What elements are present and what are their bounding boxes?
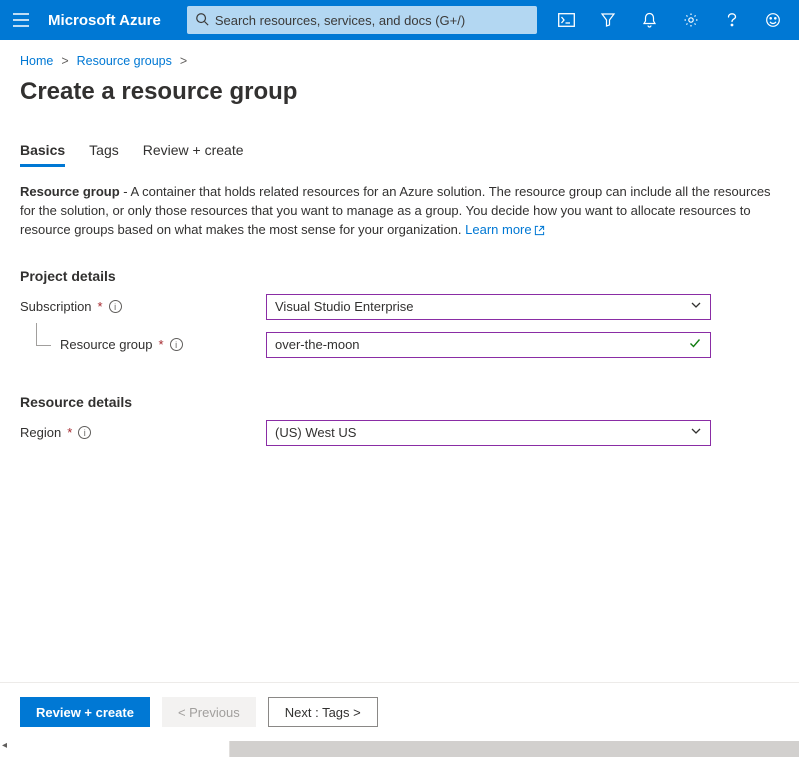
search-input[interactable] [215,13,529,28]
label-subscription: Subscription * i [20,299,266,314]
description-bold: Resource group [20,184,120,199]
breadcrumb-separator: > [180,54,187,68]
section-project-details: Project details [20,268,779,284]
subscription-select[interactable]: Visual Studio Enterprise [266,294,711,320]
breadcrumb-separator: > [61,54,68,68]
row-resource-group: Resource group * i over-the-moon [20,332,779,358]
info-icon[interactable]: i [170,338,183,351]
breadcrumb-resource-groups[interactable]: Resource groups [77,54,172,68]
hamburger-menu-icon[interactable] [8,13,34,27]
resource-group-value: over-the-moon [275,337,360,352]
checkmark-icon [688,336,702,353]
info-icon[interactable]: i [109,300,122,313]
page-title: Create a resource group [20,78,779,106]
label-resource-group: Resource group * i [20,337,266,352]
description-text: Resource group - A container that holds … [20,183,779,242]
required-marker: * [67,425,72,440]
chevron-down-icon [690,425,702,440]
search-icon [195,12,209,29]
previous-button: < Previous [162,697,256,727]
tab-review-create[interactable]: Review + create [143,136,244,166]
review-create-button[interactable]: Review + create [20,697,150,727]
top-nav-bar: Microsoft Azure [0,0,799,40]
chevron-down-icon [690,299,702,314]
row-subscription: Subscription * i Visual Studio Enterpris… [20,294,779,320]
page-content: Home > Resource groups > Create a resour… [0,40,799,682]
description-body: - A container that holds related resourc… [20,184,771,237]
required-marker: * [159,337,164,352]
required-marker: * [98,299,103,314]
brand-label[interactable]: Microsoft Azure [48,12,161,29]
row-region: Region * i (US) West US [20,420,779,446]
info-icon[interactable]: i [78,426,91,439]
next-button[interactable]: Next : Tags > [268,697,378,727]
tab-bar: Basics Tags Review + create [20,136,779,167]
breadcrumb-home[interactable]: Home [20,54,53,68]
region-select[interactable]: (US) West US [266,420,711,446]
external-link-icon [534,223,545,242]
directories-filter-icon[interactable] [590,12,625,28]
region-value: (US) West US [275,425,356,440]
resource-group-input[interactable]: over-the-moon [266,332,711,358]
notifications-icon[interactable] [632,12,667,28]
breadcrumb: Home > Resource groups > [20,54,779,68]
subscription-value: Visual Studio Enterprise [275,299,414,314]
settings-gear-icon[interactable] [673,12,708,28]
section-resource-details: Resource details [20,394,779,410]
feedback-smiley-icon[interactable] [756,12,791,28]
horizontal-scrollbar[interactable] [0,741,799,757]
tab-tags[interactable]: Tags [89,136,119,166]
learn-more-link[interactable]: Learn more [465,222,531,237]
cloud-shell-icon[interactable] [549,13,584,27]
wizard-footer: Review + create < Previous Next : Tags > [0,682,799,741]
help-icon[interactable] [714,12,749,28]
tab-basics[interactable]: Basics [20,136,65,166]
label-region: Region * i [20,425,266,440]
global-search[interactable] [187,6,537,34]
